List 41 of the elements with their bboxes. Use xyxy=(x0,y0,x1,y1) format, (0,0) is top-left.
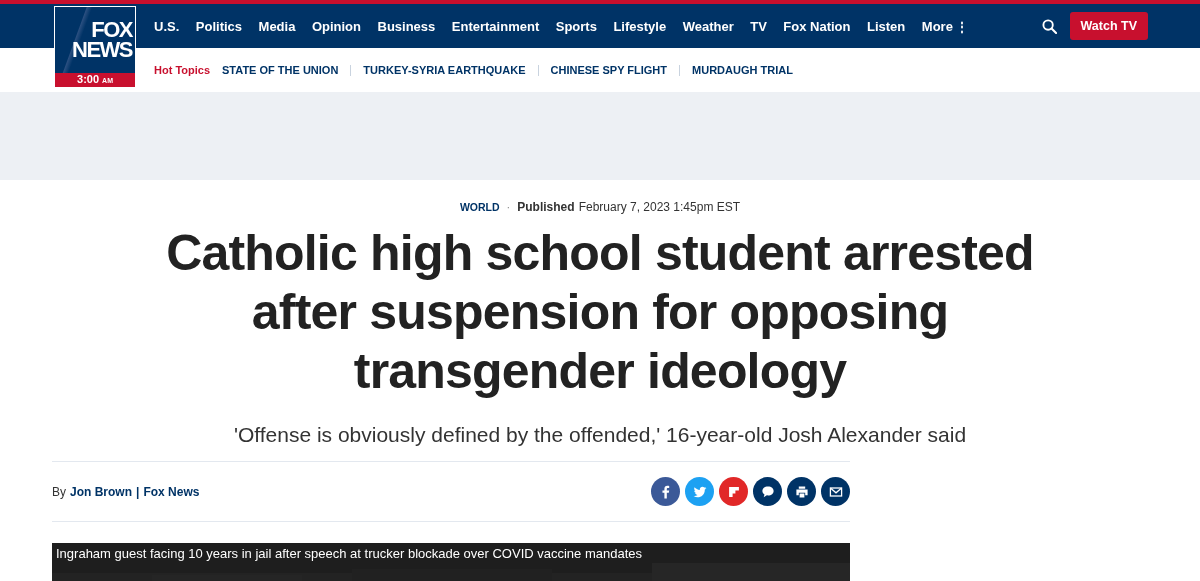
flipboard-icon xyxy=(726,484,741,499)
nav-link[interactable]: TV xyxy=(750,18,767,34)
byline-separator: | xyxy=(136,484,140,499)
nav-link[interactable]: Fox Nation xyxy=(783,18,851,34)
published-label: Published xyxy=(517,200,575,214)
subheadline: 'Offense is obviously defined by the offended,' 16-year-old Josh Alexander said xyxy=(232,423,968,447)
nav-link[interactable]: Media xyxy=(258,18,296,34)
flipboard-share-button[interactable] xyxy=(719,477,748,506)
topic-link[interactable]: TURKEY-SYRIA EARTHQUAKE xyxy=(363,64,526,76)
printer-icon xyxy=(793,483,810,500)
nav-link[interactable]: Lifestyle xyxy=(613,18,667,34)
author-link[interactable]: Jon Brown xyxy=(70,484,132,499)
nav-link[interactable]: Politics xyxy=(195,18,243,34)
outlet-link[interactable]: Fox News xyxy=(143,484,200,499)
headline: Catholic high school student arrested after suspension for opposing transgender ideology xyxy=(165,224,1035,401)
nav-link[interactable]: Weather xyxy=(682,18,734,34)
nav-link[interactable]: Listen xyxy=(867,18,906,34)
search-icon[interactable] xyxy=(1041,18,1057,34)
nav-link[interactable]: Sports xyxy=(555,18,597,34)
facebook-share-button[interactable] xyxy=(651,477,680,506)
twitter-share-button[interactable] xyxy=(685,477,714,506)
meta-separator: · xyxy=(506,201,511,213)
video-caption: Ingraham guest facing 10 years in jail after speech at trucker blockade over COVID vaccine mandates xyxy=(55,545,644,563)
section-link[interactable]: WORLD xyxy=(459,201,500,213)
speech-bubble-icon xyxy=(759,483,776,500)
more-menu-link[interactable]: More ⋮ xyxy=(921,18,969,34)
nav-link[interactable]: U.S. xyxy=(154,18,180,34)
nav-link[interactable]: Business xyxy=(377,18,436,34)
comment-button[interactable] xyxy=(753,477,782,506)
nav-link[interactable]: Entertainment xyxy=(451,18,540,34)
published-date: February 7, 2023 1:45pm EST xyxy=(578,200,741,214)
watch-tv-button[interactable]: Watch TV xyxy=(1069,12,1148,40)
topic-link[interactable]: CHINESE SPY FLIGHT xyxy=(550,64,668,76)
hot-topics-label: Hot Topics xyxy=(154,64,210,76)
byline-prefix: By xyxy=(52,484,66,499)
email-share-button[interactable] xyxy=(821,477,850,506)
video-player[interactable]: Ingraham guest facing 10 years in jail after speech at trucker blockade over COVID vaccine mandates xyxy=(52,543,850,581)
topic-link[interactable]: STATE OF THE UNION xyxy=(222,64,339,76)
topic-link[interactable]: MURDAUGH TRIAL xyxy=(692,64,793,76)
nav-link[interactable]: Opinion xyxy=(311,18,361,34)
print-button[interactable] xyxy=(787,477,816,506)
